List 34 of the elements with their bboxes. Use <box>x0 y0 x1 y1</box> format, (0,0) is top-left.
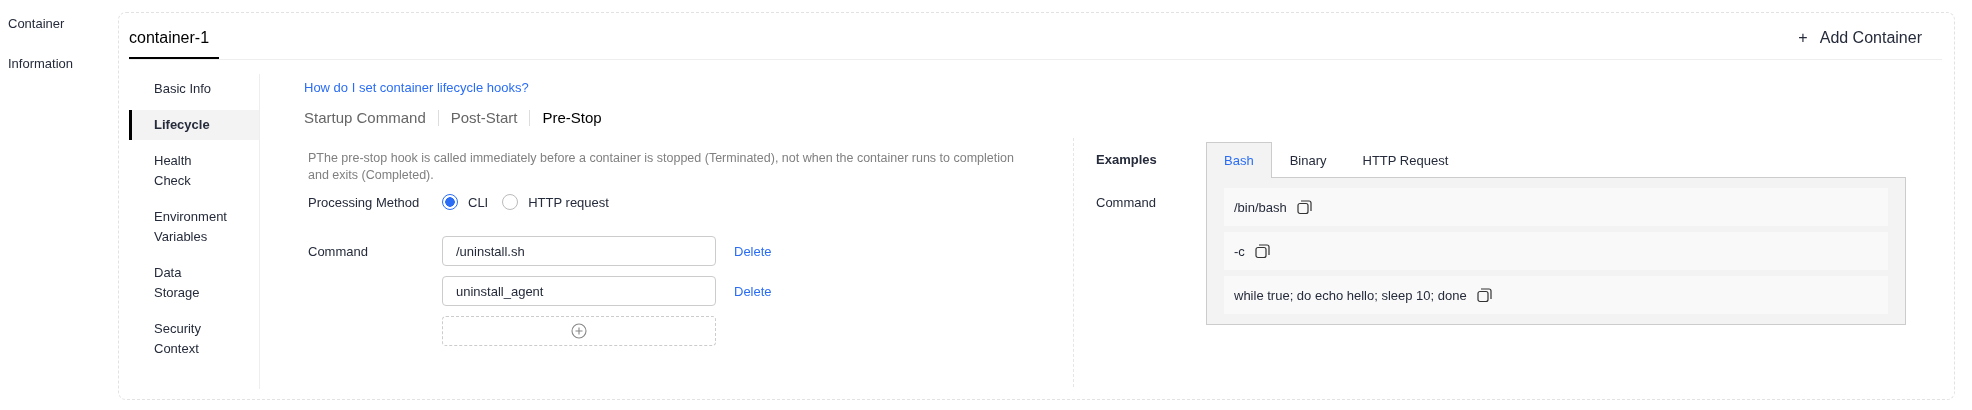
code-text: /bin/bash <box>1234 199 1287 215</box>
copy-icon[interactable] <box>1296 199 1312 215</box>
code-text: -c <box>1234 243 1245 259</box>
side-nav-item[interactable]: Environment Variables <box>129 202 259 252</box>
example-tab[interactable]: HTTP Request <box>1344 142 1467 178</box>
side-nav-item[interactable]: Data Storage <box>129 258 259 308</box>
command-input[interactable]: /uninstall.sh <box>442 236 716 266</box>
container-tab[interactable]: container-1 <box>129 29 219 59</box>
radio-option[interactable]: CLI <box>442 194 489 210</box>
plus-circle-icon <box>571 323 587 339</box>
hook-tab[interactable]: Pre-Stop <box>542 109 602 126</box>
side-nav-item[interactable]: Lifecycle <box>129 110 259 140</box>
add-container-button[interactable]: + Add Container <box>1798 29 1942 59</box>
field-label: Command <box>308 243 369 261</box>
side-nav-item[interactable]: Security Context <box>129 314 259 364</box>
side-nav-item[interactable]: Basic Info <box>129 74 259 104</box>
radio-option[interactable]: HTTP request <box>502 194 609 210</box>
description-text: PThe pre-stop hook is called immediately before a container is stopped (Terminated), not when the container runs to completion and exits (Completed). <box>308 150 1015 184</box>
field-label: Command <box>1096 195 1157 210</box>
command-input[interactable]: uninstall_agent <box>442 276 716 306</box>
side-nav-item[interactable]: Health Check <box>129 146 259 196</box>
help-link[interactable]: How do I set container lifecycle hooks? <box>304 80 529 95</box>
code-text: while true; do echo hello; sleep 10; done <box>1234 287 1467 303</box>
delete-link[interactable]: Delete <box>734 243 772 259</box>
delete-link[interactable]: Delete <box>734 283 772 299</box>
hook-tab[interactable]: Post-Start <box>450 109 518 126</box>
example-tab[interactable]: Bash <box>1206 142 1272 178</box>
examples-title: Examples <box>1096 152 1158 167</box>
copy-icon[interactable] <box>1476 287 1492 303</box>
copy-icon[interactable] <box>1254 243 1270 259</box>
section-label: Container Information <box>8 15 75 73</box>
field-label: Processing Method <box>308 194 421 210</box>
example-tab[interactable]: Binary <box>1271 142 1345 178</box>
hook-tab[interactable]: Startup Command <box>304 109 426 126</box>
